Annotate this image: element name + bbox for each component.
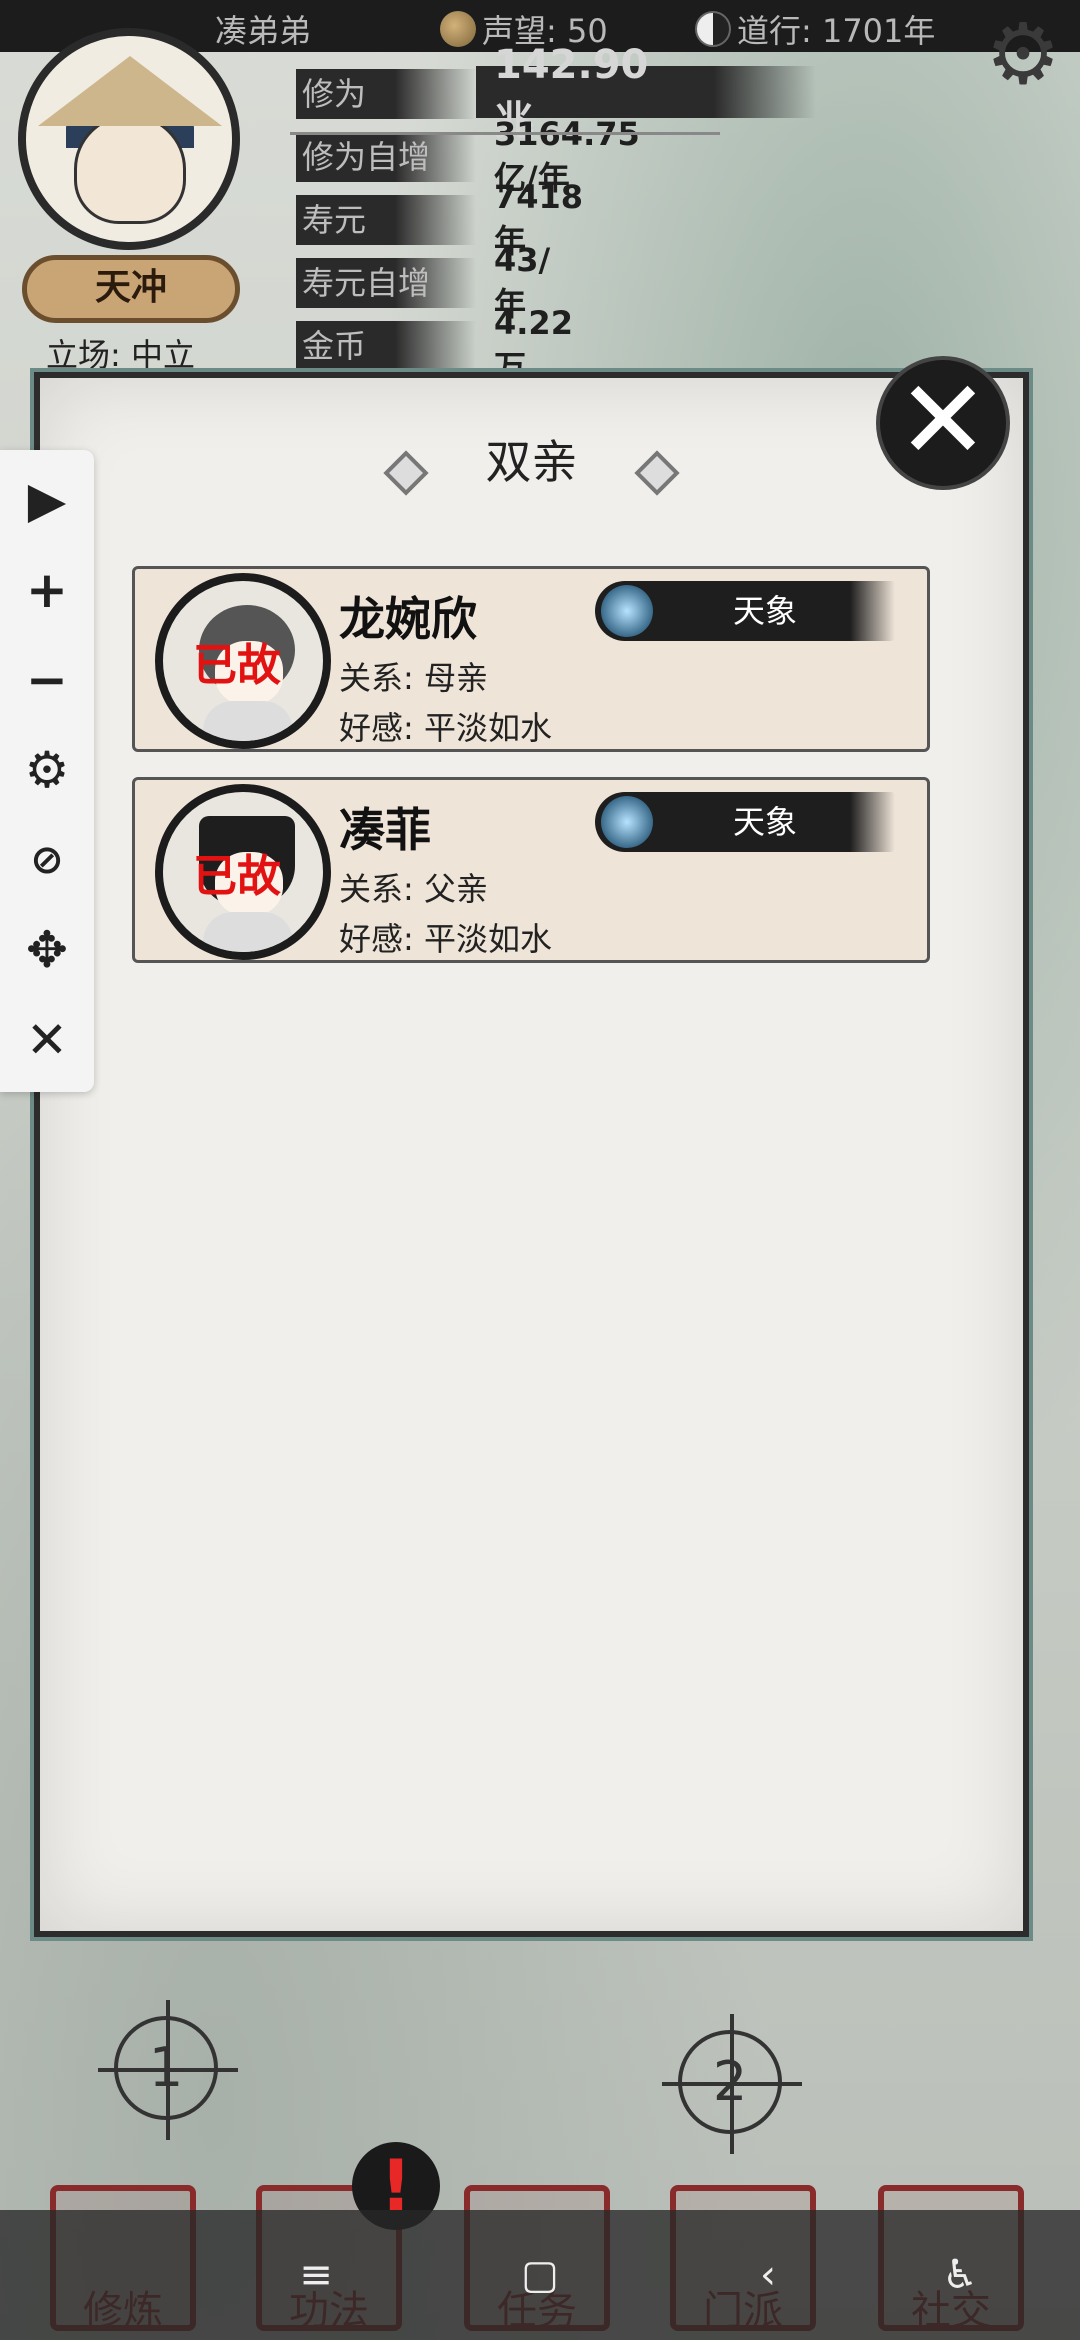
plus-icon[interactable]: +: [0, 550, 94, 630]
coin-icon: [440, 11, 476, 47]
player-name: 凑弟弟: [215, 12, 312, 50]
stat-row: 修为 142.90兆: [296, 42, 816, 144]
eye-off-icon[interactable]: ⊘: [0, 820, 94, 900]
system-nav-bar: ≡ ▢ ‹ ♿: [0, 2210, 1080, 2340]
marker-2[interactable]: 2: [662, 2014, 802, 2154]
meditation-icon: [601, 585, 653, 637]
deceased-label: 已故: [193, 851, 281, 902]
avatar-hat: [38, 56, 222, 126]
home-icon[interactable]: ▢: [480, 2210, 600, 2340]
move-icon[interactable]: ✥: [0, 910, 94, 990]
stat-label: 金币: [296, 320, 476, 371]
back-icon[interactable]: ‹: [708, 2210, 828, 2340]
realm-tag: 天象: [595, 581, 895, 641]
stat-row: 寿元自增 43/年: [296, 241, 550, 323]
play-icon[interactable]: ▶: [0, 460, 94, 540]
minus-icon[interactable]: −: [0, 640, 94, 720]
marker-1[interactable]: 1: [98, 2000, 238, 2140]
affection-text: 好感: 平淡如水: [339, 709, 552, 747]
left-diamond-icon: [371, 446, 441, 496]
stance-text: 立场: 中立: [46, 336, 195, 374]
close-toolbar-icon[interactable]: ✕: [0, 1000, 94, 1080]
gear-icon[interactable]: ⚙: [0, 730, 94, 810]
avatar-face: [74, 114, 186, 224]
relation-text: 关系: 父亲: [339, 870, 488, 908]
daoxing: 道行: 1701年: [695, 6, 935, 52]
player-avatar[interactable]: [18, 28, 240, 250]
close-icon[interactable]: ✕: [880, 360, 1006, 486]
daoxing-text: 道行: 1701年: [737, 12, 936, 50]
right-diamond-icon: [622, 446, 692, 496]
yin-yang-icon: [695, 11, 731, 47]
deceased-label: 已故: [193, 640, 281, 691]
title-divider: [290, 132, 720, 135]
stats-list: 修为 142.90兆 修为自增 3164.75亿/年 寿元 7418年 寿元自增…: [296, 42, 816, 386]
panel-title: 双亲: [485, 435, 578, 489]
meditation-icon: [601, 796, 653, 848]
stat-label: 寿元: [296, 194, 476, 245]
settings-gear-icon[interactable]: ⚙: [975, 6, 1071, 102]
parent-name: 凑菲: [339, 803, 431, 857]
relation-text: 关系: 母亲: [339, 659, 488, 697]
stat-label: 修为自增: [296, 131, 476, 182]
realm-badge: 天冲: [22, 255, 240, 323]
menu-icon[interactable]: ≡: [256, 2210, 376, 2340]
parent-name: 龙婉欣: [339, 592, 477, 646]
accessibility-icon[interactable]: ♿: [900, 2210, 1020, 2340]
parent-card[interactable]: 已故 龙婉欣 天象 关系: 母亲 好感: 平淡如水: [132, 566, 930, 752]
stat-row: 金币 4.22万: [296, 304, 573, 386]
stat-label: 修为: [296, 68, 476, 119]
affection-text: 好感: 平淡如水: [339, 920, 552, 958]
realm-tag: 天象: [595, 792, 895, 852]
stat-row: 寿元 7418年: [296, 178, 583, 260]
parent-card[interactable]: 已故 凑菲 天象 关系: 父亲 好感: 平淡如水: [132, 777, 930, 963]
panel-title-row: 双亲: [40, 426, 1023, 496]
floating-toolbar: ▶ + − ⚙ ⊘ ✥ ✕: [0, 450, 94, 1092]
stat-label: 寿元自增: [296, 257, 476, 308]
